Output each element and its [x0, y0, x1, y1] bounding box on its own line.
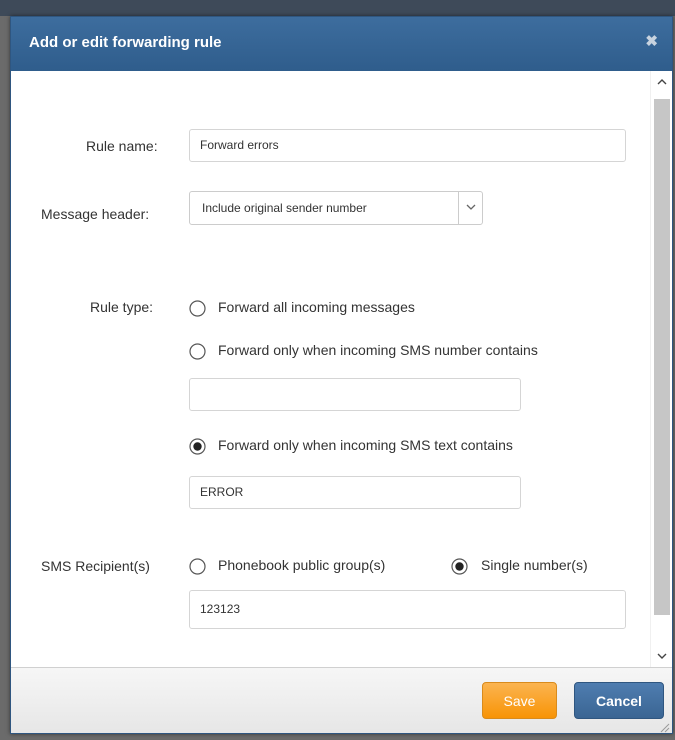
radio-single-number[interactable] [451, 558, 468, 575]
recipient-numbers-input[interactable]: 123123 [189, 590, 626, 629]
chevron-down-icon[interactable] [458, 192, 482, 224]
radio-single-number-label[interactable]: Single number(s) [481, 557, 588, 573]
text-contains-input[interactable]: ERROR [189, 476, 521, 509]
radio-forward-text-contains-label[interactable]: Forward only when incoming SMS text cont… [218, 437, 513, 453]
background-page [0, 0, 675, 16]
message-header-label: Message header: [41, 206, 150, 222]
scrollbar-thumb[interactable] [654, 99, 670, 615]
resize-handle-icon[interactable] [658, 721, 670, 733]
save-button[interactable]: Save [482, 682, 557, 719]
radio-phonebook-group[interactable] [189, 558, 206, 575]
dialog-footer: Save Cancel [11, 667, 672, 733]
cancel-button[interactable]: Cancel [574, 682, 664, 719]
dialog-title: Add or edit forwarding rule [29, 34, 222, 51]
scroll-up-icon[interactable] [651, 71, 672, 93]
message-header-select[interactable]: Include original sender number [189, 191, 483, 225]
number-contains-input[interactable] [189, 378, 521, 411]
close-icon[interactable]: ✖ [645, 32, 658, 50]
message-header-selected: Include original sender number [202, 201, 367, 215]
radio-forward-all-label[interactable]: Forward all incoming messages [218, 299, 415, 315]
rule-name-label: Rule name: [86, 138, 158, 154]
dialog-content: Rule name: Forward errors Message header… [11, 71, 651, 667]
vertical-scrollbar[interactable] [650, 71, 672, 667]
radio-forward-number-contains-label[interactable]: Forward only when incoming SMS number co… [218, 342, 538, 358]
radio-forward-text-contains[interactable] [189, 438, 206, 455]
radio-forward-all[interactable] [189, 300, 206, 317]
rule-name-input[interactable]: Forward errors [189, 129, 626, 162]
rule-type-label: Rule type: [90, 299, 154, 315]
radio-phonebook-group-label[interactable]: Phonebook public group(s) [218, 557, 385, 573]
radio-forward-number-contains[interactable] [189, 343, 206, 360]
scroll-down-icon[interactable] [651, 645, 672, 667]
sms-recipients-label: SMS Recipient(s) [41, 558, 150, 574]
dialog-titlebar[interactable]: Add or edit forwarding rule ✖ [11, 17, 672, 71]
forwarding-rule-dialog: Add or edit forwarding rule ✖ Rule name:… [10, 16, 673, 734]
